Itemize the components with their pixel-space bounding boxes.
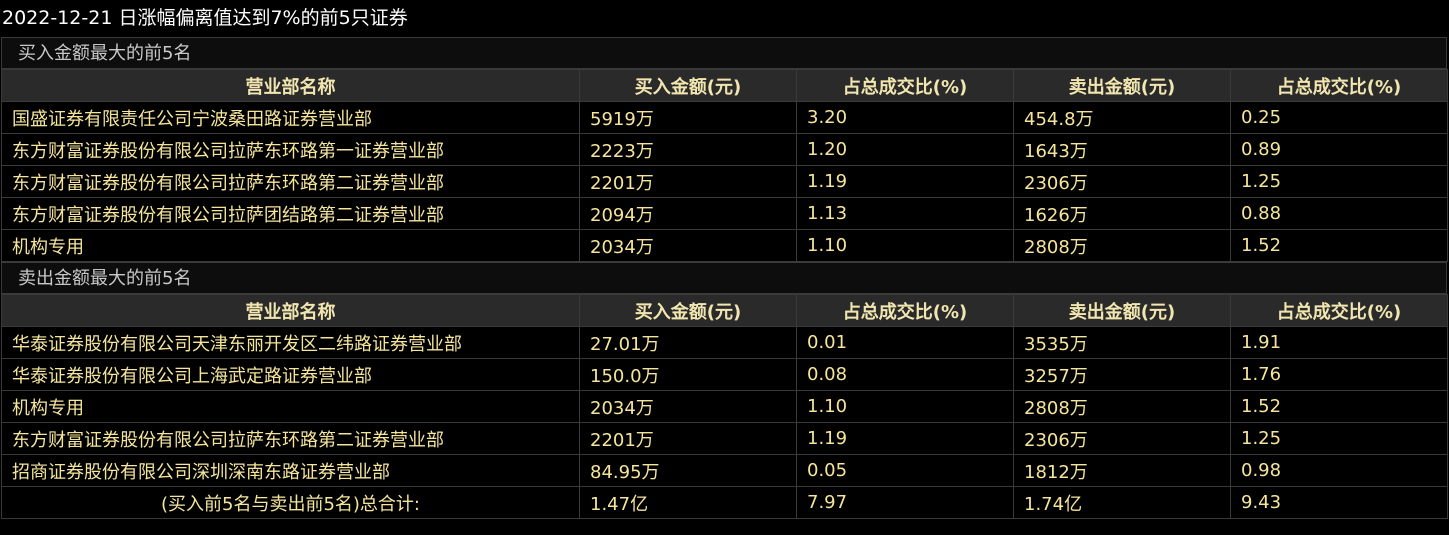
buy-ratio: 1.19 (796, 165, 1014, 198)
table-row: 东方财富证券股份有限公司拉萨东环路第二证券营业部 2201万 1.19 2306… (1, 165, 1448, 198)
buy-ratio: 1.20 (796, 133, 1014, 166)
table-row: 东方财富证券股份有限公司拉萨东环路第一证券营业部 2223万 1.20 1643… (1, 133, 1448, 166)
header-sell-ratio: 占总成交比(%) (1230, 69, 1448, 102)
buy-amount: 150.0万 (579, 358, 797, 391)
branch-name: 华泰证券股份有限公司上海武定路证券营业部 (1, 358, 580, 391)
buy-ratio: 1.10 (796, 229, 1014, 262)
branch-name: 招商证券股份有限公司深圳深南东路证券营业部 (1, 454, 580, 487)
header-buy-ratio: 占总成交比(%) (796, 294, 1014, 327)
page-title: 2022-12-21 日涨幅偏离值达到7%的前5只证券 (2, 7, 408, 29)
table-row: 东方财富证券股份有限公司拉萨东环路第二证券营业部 2201万 1.19 2306… (1, 422, 1448, 455)
sell-amount: 454.8万 (1013, 101, 1231, 134)
table-row: 招商证券股份有限公司深圳深南东路证券营业部 84.95万 0.05 1812万 … (1, 454, 1448, 487)
header-sell-amount: 卖出金额(元) (1013, 69, 1231, 102)
total-row: (买入前5名与卖出前5名)总合计: 1.47亿 7.97 1.74亿 9.43 (1, 486, 1448, 519)
total-buy-ratio: 7.97 (796, 486, 1014, 519)
buy-amount: 2201万 (579, 165, 797, 198)
sell-amount: 2306万 (1013, 422, 1231, 455)
buy-ratio: 0.08 (796, 358, 1014, 391)
sell-amount: 3257万 (1013, 358, 1231, 391)
buy-ratio: 1.13 (796, 197, 1014, 230)
buy-amount: 2034万 (579, 390, 797, 423)
buy-ratio: 0.05 (796, 454, 1014, 487)
branch-name: 东方财富证券股份有限公司拉萨东环路第一证券营业部 (1, 133, 580, 166)
total-sell-amount: 1.74亿 (1013, 486, 1231, 519)
sell-ratio: 1.91 (1230, 326, 1448, 359)
sell-ratio: 1.25 (1230, 165, 1448, 198)
table-row: 国盛证券有限责任公司宁波桑田路证券营业部 5919万 3.20 454.8万 0… (1, 101, 1448, 134)
header-branch-name: 营业部名称 (1, 294, 580, 327)
table-row: 东方财富证券股份有限公司拉萨团结路第二证券营业部 2094万 1.13 1626… (1, 197, 1448, 230)
sell-amount: 1643万 (1013, 133, 1231, 166)
branch-name: 机构专用 (1, 390, 580, 423)
buy-ratio: 3.20 (796, 101, 1014, 134)
table-row: 华泰证券股份有限公司上海武定路证券营业部 150.0万 0.08 3257万 1… (1, 358, 1448, 391)
sell-amount: 2808万 (1013, 229, 1231, 262)
sell-ratio: 1.52 (1230, 390, 1448, 423)
buy-amount: 2223万 (579, 133, 797, 166)
sell-amount: 1626万 (1013, 197, 1231, 230)
buy-ratio: 1.10 (796, 390, 1014, 423)
buy-amount: 2201万 (579, 422, 797, 455)
buy-amount: 27.01万 (579, 326, 797, 359)
buy-amount: 5919万 (579, 101, 797, 134)
branch-name: 机构专用 (1, 229, 580, 262)
branch-name: 东方财富证券股份有限公司拉萨团结路第二证券营业部 (1, 197, 580, 230)
branch-name: 东方财富证券股份有限公司拉萨东环路第二证券营业部 (1, 422, 580, 455)
branch-name: 东方财富证券股份有限公司拉萨东环路第二证券营业部 (1, 165, 580, 198)
table-row: 机构专用 2034万 1.10 2808万 1.52 (1, 390, 1448, 423)
header-buy-amount: 买入金额(元) (579, 294, 797, 327)
buy-amount: 2094万 (579, 197, 797, 230)
header-buy-amount: 买入金额(元) (579, 69, 797, 102)
header-branch-name: 营业部名称 (1, 69, 580, 102)
buy-top5-table: 营业部名称 买入金额(元) 占总成交比(%) 卖出金额(元) 占总成交比(%) … (1, 69, 1448, 262)
sell-amount: 3535万 (1013, 326, 1231, 359)
sell-ratio: 0.98 (1230, 454, 1448, 487)
branch-name: 国盛证券有限责任公司宁波桑田路证券营业部 (1, 101, 580, 134)
buy-ratio: 0.01 (796, 326, 1014, 359)
sell-ratio: 1.76 (1230, 358, 1448, 391)
total-label: (买入前5名与卖出前5名)总合计: (1, 486, 580, 519)
total-buy-amount: 1.47亿 (579, 486, 797, 519)
total-sell-ratio: 9.43 (1230, 486, 1448, 519)
table-row: 华泰证券股份有限公司天津东丽开发区二纬路证券营业部 27.01万 0.01 35… (1, 326, 1448, 359)
buy-ratio: 1.19 (796, 422, 1014, 455)
sell-ratio: 0.88 (1230, 197, 1448, 230)
sell-amount: 2808万 (1013, 390, 1231, 423)
branch-name: 华泰证券股份有限公司天津东丽开发区二纬路证券营业部 (1, 326, 580, 359)
sell-top5-table: 营业部名称 买入金额(元) 占总成交比(%) 卖出金额(元) 占总成交比(%) … (1, 294, 1448, 519)
table-row: 机构专用 2034万 1.10 2808万 1.52 (1, 229, 1448, 262)
sell-table-header-row: 营业部名称 买入金额(元) 占总成交比(%) 卖出金额(元) 占总成交比(%) (1, 294, 1448, 327)
buy-amount: 2034万 (579, 229, 797, 262)
sell-ratio: 0.89 (1230, 133, 1448, 166)
top-traders-panel: 买入金额最大的前5名 营业部名称 买入金额(元) 占总成交比(%) 卖出金额(元… (1, 37, 1448, 519)
sell-section-label: 卖出金额最大的前5名 (1, 262, 1447, 294)
buy-amount: 84.95万 (579, 454, 797, 487)
sell-ratio: 1.25 (1230, 422, 1448, 455)
sell-ratio: 1.52 (1230, 229, 1448, 262)
buy-table-header-row: 营业部名称 买入金额(元) 占总成交比(%) 卖出金额(元) 占总成交比(%) (1, 69, 1448, 102)
header-sell-ratio: 占总成交比(%) (1230, 294, 1448, 327)
sell-amount: 2306万 (1013, 165, 1231, 198)
buy-section-label: 买入金额最大的前5名 (1, 37, 1447, 69)
sell-amount: 1812万 (1013, 454, 1231, 487)
header-sell-amount: 卖出金额(元) (1013, 294, 1231, 327)
sell-ratio: 0.25 (1230, 101, 1448, 134)
header-buy-ratio: 占总成交比(%) (796, 69, 1014, 102)
